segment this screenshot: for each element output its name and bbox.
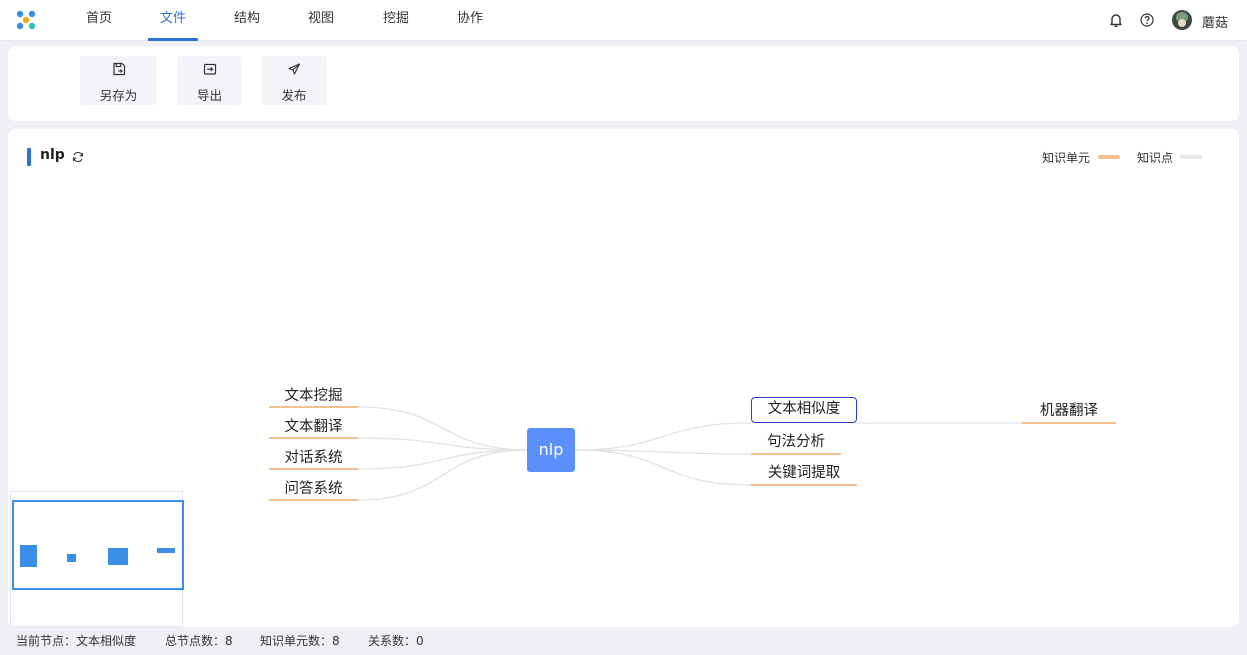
status-total-nodes: 总节点数：8: [165, 634, 233, 648]
avatar[interactable]: [1172, 10, 1192, 30]
bell-icon[interactable]: [1108, 12, 1124, 28]
status-bar: 当前节点：文本相似度 总节点数：8 知识单元数：8 关系数：0: [0, 627, 1247, 655]
topic-text-mining[interactable]: 文本挖掘: [269, 384, 358, 408]
tab-view[interactable]: 视图: [308, 0, 334, 41]
root-node[interactable]: nlp: [527, 428, 575, 472]
topic-machine-translation[interactable]: 机器翻译: [1022, 399, 1116, 424]
publish-button[interactable]: 发布: [261, 56, 327, 105]
minimap-viewport[interactable]: [12, 500, 184, 590]
minimap[interactable]: [10, 491, 184, 627]
status-current-node: 当前节点：文本相似度: [16, 634, 137, 648]
tab-collaborate[interactable]: 协作: [457, 0, 483, 41]
export-button[interactable]: 导出: [177, 56, 242, 105]
export-icon: [203, 63, 216, 75]
save-as-label: 另存为: [99, 88, 138, 103]
save-as-button[interactable]: 另存为: [80, 56, 157, 105]
topic-keyword-extraction[interactable]: 关键词提取: [751, 461, 857, 486]
file-toolbar: 另存为 导出 发布: [8, 46, 1239, 121]
export-label: 导出: [196, 88, 222, 103]
publish-icon: [288, 63, 301, 75]
mindmap-canvas[interactable]: nlp 知识单元 知识点 nlp 文本挖掘 文本翻译 对话系统 问答系统 文本相…: [8, 129, 1239, 627]
status-relations: 关系数：0: [368, 634, 424, 648]
tab-structure[interactable]: 结构: [234, 0, 260, 41]
topic-text-translation[interactable]: 文本翻译: [269, 415, 358, 439]
topic-dialogue-system[interactable]: 对话系统: [269, 446, 358, 470]
top-nav-bar: 首页 文件 结构 视图 挖掘 协作 蘑菇: [0, 0, 1247, 41]
topic-qa-system[interactable]: 问答系统: [269, 477, 358, 501]
save-as-icon: [112, 62, 125, 76]
edge-nlp-to-keyword-extraction: [574, 449, 752, 486]
mindmap-edges: [357, 406, 1022, 501]
topic-syntax-analysis[interactable]: 句法分析: [751, 430, 841, 455]
app-logo[interactable]: [15, 9, 37, 31]
tab-file[interactable]: 文件: [148, 0, 198, 41]
tab-mining[interactable]: 挖掘: [383, 0, 409, 41]
edge-nlp-to-qa-system: [357, 449, 528, 501]
tab-home[interactable]: 首页: [86, 0, 112, 41]
edge-nlp-to-dialogue-system: [357, 449, 528, 470]
publish-label: 发布: [281, 88, 307, 103]
status-knowledge-units: 知识单元数：8: [260, 634, 340, 648]
help-icon[interactable]: [1139, 12, 1155, 28]
topic-text-similarity[interactable]: 文本相似度: [751, 397, 857, 423]
username[interactable]: 蘑菇: [1202, 12, 1228, 31]
edge-nlp-to-text-similarity: [574, 422, 752, 451]
